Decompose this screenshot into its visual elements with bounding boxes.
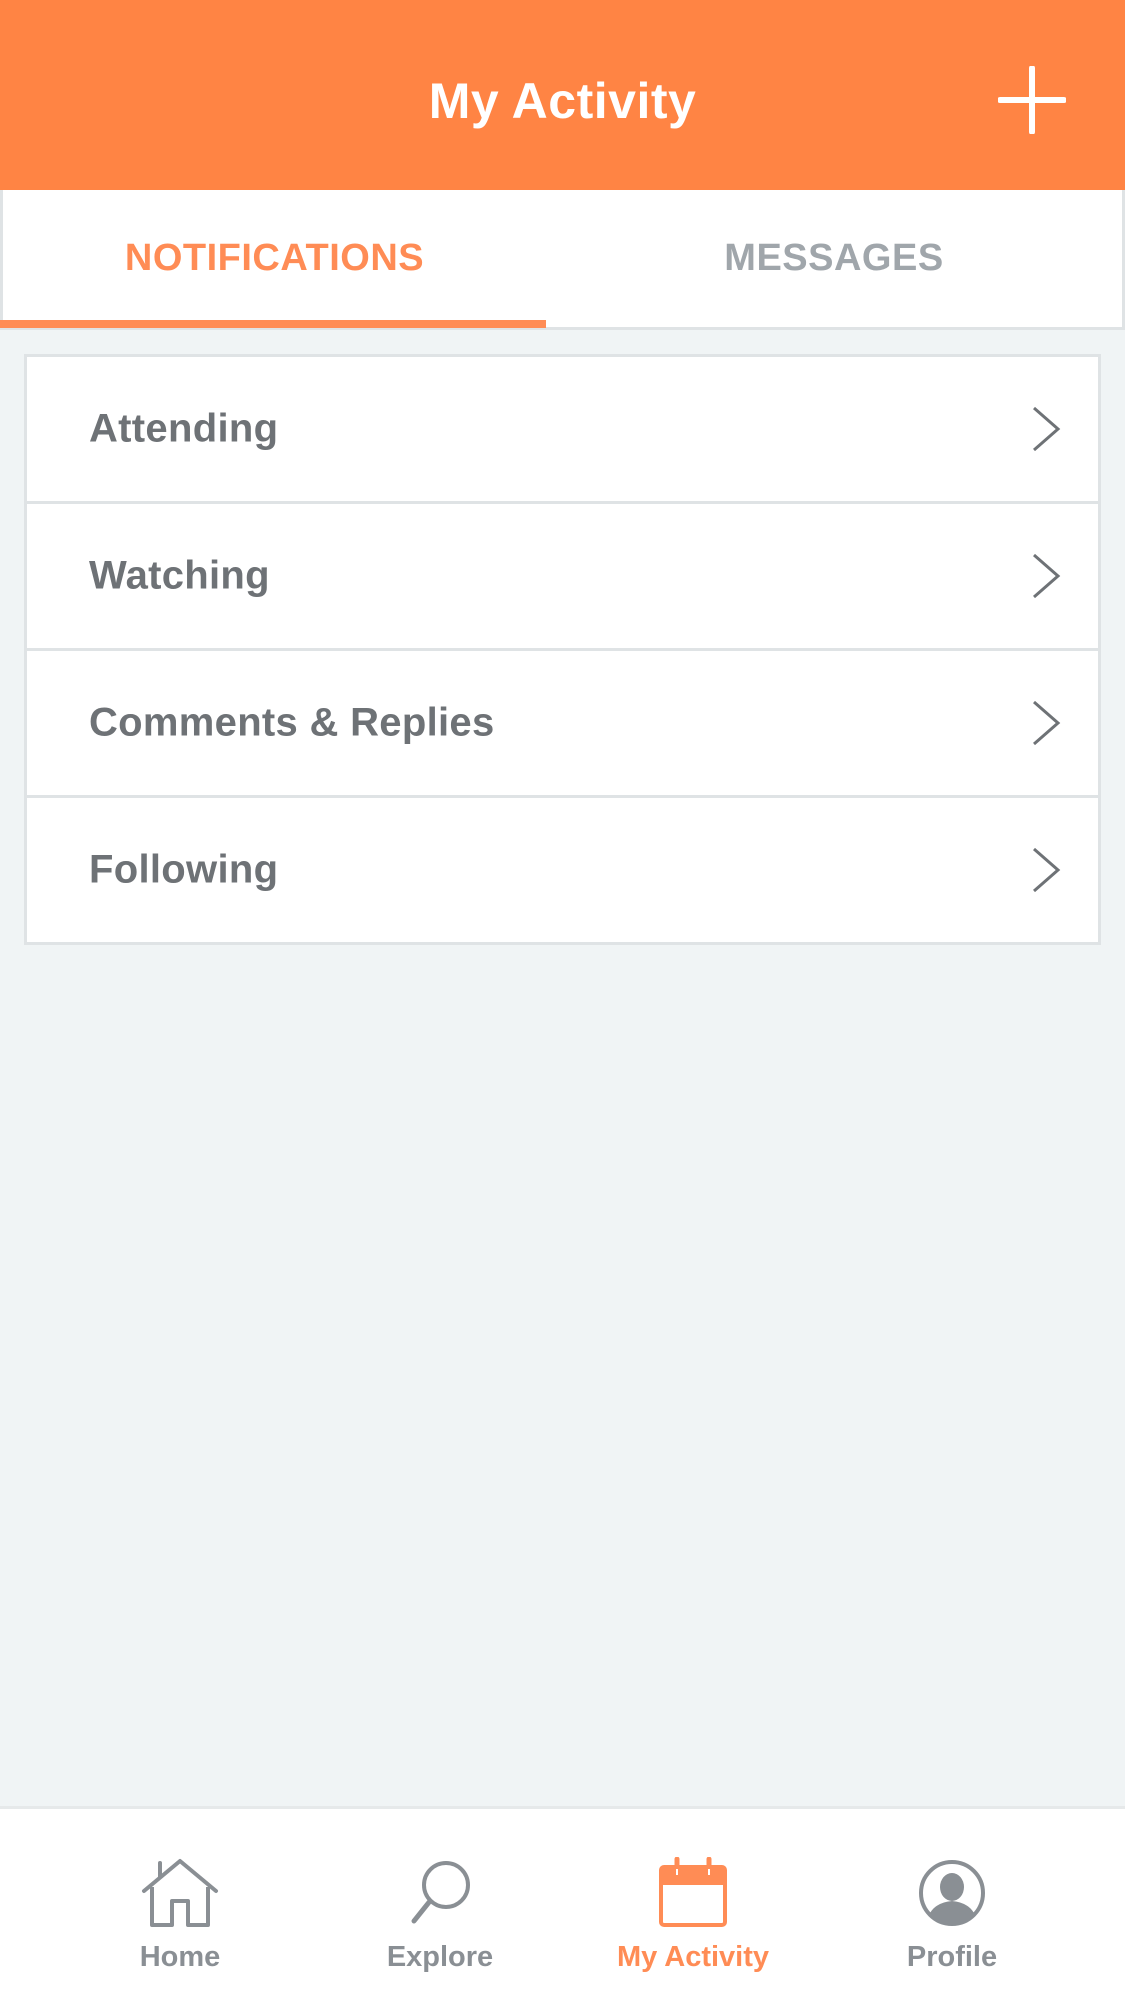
list-item-following[interactable]: Following bbox=[27, 798, 1098, 942]
nav-label-my-activity: My Activity bbox=[616, 1941, 770, 1973]
home-icon bbox=[140, 1857, 220, 1929]
list-item-label: Attending bbox=[89, 406, 279, 451]
notifications-list: Attending Watching Comments & Replies Fo… bbox=[24, 354, 1101, 945]
list-item-comments-replies[interactable]: Comments & Replies bbox=[27, 651, 1098, 798]
list-item-label: Watching bbox=[89, 553, 270, 598]
search-icon bbox=[400, 1857, 480, 1929]
bottom-tab-bar: Home Explore My Activity Profile bbox=[0, 1806, 1125, 2001]
nav-item-my-activity[interactable]: My Activity bbox=[588, 1809, 798, 2001]
list-item-label: Comments & Replies bbox=[89, 700, 495, 745]
tab-notifications[interactable]: NOTIFICATIONS bbox=[3, 190, 546, 327]
tab-messages[interactable]: MESSAGES bbox=[546, 190, 1122, 327]
nav-label-home: Home bbox=[139, 1941, 221, 1973]
active-tab-indicator bbox=[0, 320, 546, 328]
nav-item-explore[interactable]: Explore bbox=[355, 1809, 525, 2001]
nav-item-home[interactable]: Home bbox=[95, 1809, 265, 2001]
nav-item-profile[interactable]: Profile bbox=[867, 1809, 1037, 2001]
chevron-right-icon bbox=[1030, 698, 1062, 748]
list-item-watching[interactable]: Watching bbox=[27, 504, 1098, 651]
profile-icon bbox=[912, 1857, 992, 1929]
chevron-right-icon bbox=[1030, 845, 1062, 895]
nav-label-explore: Explore bbox=[386, 1941, 494, 1973]
list-item-label: Following bbox=[89, 847, 279, 892]
calendar-icon bbox=[653, 1857, 733, 1929]
app-header: My Activity bbox=[0, 0, 1125, 190]
tab-messages-label: MESSAGES bbox=[724, 237, 944, 279]
nav-label-profile: Profile bbox=[906, 1941, 998, 1973]
add-button[interactable] bbox=[998, 66, 1066, 134]
chevron-right-icon bbox=[1030, 551, 1062, 601]
tab-bar: NOTIFICATIONS MESSAGES bbox=[0, 190, 1125, 330]
my-activity-screen: My Activity NOTIFICATIONS MESSAGES Atten… bbox=[0, 0, 1125, 2001]
tab-notifications-label: NOTIFICATIONS bbox=[124, 237, 425, 279]
chevron-right-icon bbox=[1030, 404, 1062, 454]
list-item-attending[interactable]: Attending bbox=[27, 357, 1098, 504]
plus-icon bbox=[998, 66, 1066, 134]
page-title: My Activity bbox=[428, 73, 697, 129]
